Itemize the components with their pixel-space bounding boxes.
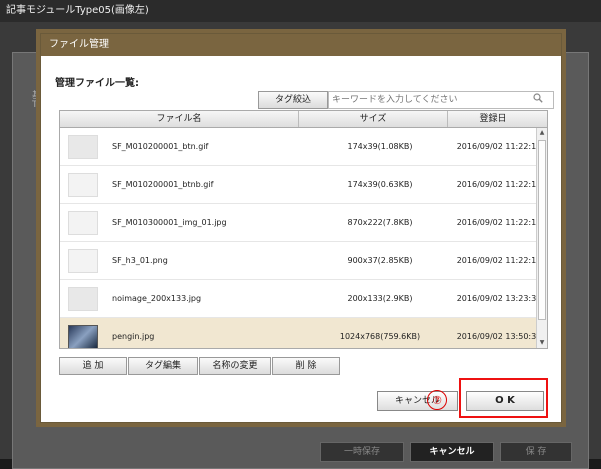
- file-size: 174x39(0.63KB): [347, 180, 413, 189]
- file-date: 2016/09/02 11:22:14: [456, 218, 542, 227]
- file-size: 870x222(7.8KB): [347, 218, 413, 227]
- table-row[interactable]: SF_M010200001_btnb.gif 174x39(0.63KB) 20…: [60, 166, 547, 204]
- ok-button-highlight: [459, 378, 548, 418]
- file-name: SF_h3_01.png: [112, 256, 168, 265]
- temp-save-button[interactable]: 一時保存: [320, 442, 404, 462]
- step-marker: ⑦: [427, 390, 447, 410]
- file-name: SF_M010200001_btn.gif: [112, 142, 209, 151]
- file-thumbnail: [68, 286, 98, 311]
- file-thumbnail: [68, 210, 98, 235]
- tag-filter-button[interactable]: タグ絞込: [258, 91, 328, 109]
- table-row[interactable]: SF_M010200001_btn.gif 174x39(1.08KB) 201…: [60, 128, 547, 166]
- table-row[interactable]: SF_h3_01.png 900x37(2.85KB) 2016/09/02 1…: [60, 242, 547, 280]
- delete-button[interactable]: 削 除: [272, 357, 340, 375]
- file-name: SF_M010300001_img_01.jpg: [112, 218, 227, 227]
- file-size: 174x39(1.08KB): [347, 142, 413, 151]
- list-heading: 管理ファイル一覧:: [55, 78, 139, 89]
- file-name: noimage_200x133.jpg: [112, 294, 202, 303]
- outer-cancel-button[interactable]: キャンセル: [410, 442, 494, 462]
- file-thumbnail: [68, 324, 98, 348]
- file-size: 900x37(2.85KB): [347, 256, 413, 265]
- file-date: 2016/09/02 13:23:36: [456, 294, 542, 303]
- keyword-search-input[interactable]: [328, 91, 554, 109]
- window-title: 記事モジュールType05(画像左): [0, 0, 601, 22]
- scrollbar-thumb[interactable]: [538, 140, 546, 320]
- table-scrollbar[interactable]: ▲ ▼: [536, 128, 547, 348]
- file-date: 2016/09/02 11:22:13: [456, 142, 542, 151]
- table-row-selected[interactable]: pengin.jpg 1024x768(759.6KB) 2016/09/02 …: [60, 318, 547, 348]
- file-date: 2016/09/02 13:50:33: [456, 332, 542, 341]
- add-file-button[interactable]: 追 加: [59, 357, 127, 375]
- table-header: ファイル名 サイズ 登録日: [60, 111, 547, 128]
- file-thumbnail: [68, 172, 98, 197]
- file-name: pengin.jpg: [112, 332, 155, 341]
- column-header-size[interactable]: サイズ: [299, 111, 448, 127]
- table-row[interactable]: noimage_200x133.jpg 200x133(2.9KB) 2016/…: [60, 280, 547, 318]
- scroll-up-icon[interactable]: ▲: [537, 128, 547, 138]
- file-date: 2016/09/02 11:22:14: [456, 256, 542, 265]
- scroll-down-icon[interactable]: ▼: [537, 338, 547, 348]
- file-manager-dialog: ファイル管理 管理ファイル一覧: タグ絞込 ファイル名 サイズ 登録日 SF_M…: [40, 33, 562, 423]
- file-name: SF_M010200001_btnb.gif: [112, 180, 214, 189]
- file-table: ファイル名 サイズ 登録日 SF_M010200001_btn.gif 174x…: [59, 110, 548, 349]
- rename-button[interactable]: 名称の変更: [199, 357, 271, 375]
- search-icon[interactable]: [533, 93, 543, 103]
- table-row[interactable]: SF_M010300001_img_01.jpg 870x222(7.8KB) …: [60, 204, 547, 242]
- file-size: 200x133(2.9KB): [347, 294, 413, 303]
- file-action-bar: 追 加 タグ編集 名称の変更 削 除: [59, 357, 341, 375]
- tag-edit-button[interactable]: タグ編集: [128, 357, 198, 375]
- column-header-date[interactable]: 登録日: [448, 111, 538, 127]
- file-date: 2016/09/02 11:22:13: [456, 180, 542, 189]
- background-fragment: T: [32, 100, 38, 110]
- column-header-name[interactable]: ファイル名: [60, 111, 299, 127]
- file-thumbnail: [68, 134, 98, 159]
- file-size: 1024x768(759.6KB): [339, 332, 421, 341]
- dialog-title: ファイル管理: [41, 34, 561, 56]
- save-button[interactable]: 保 存: [500, 442, 572, 462]
- file-thumbnail: [68, 248, 98, 273]
